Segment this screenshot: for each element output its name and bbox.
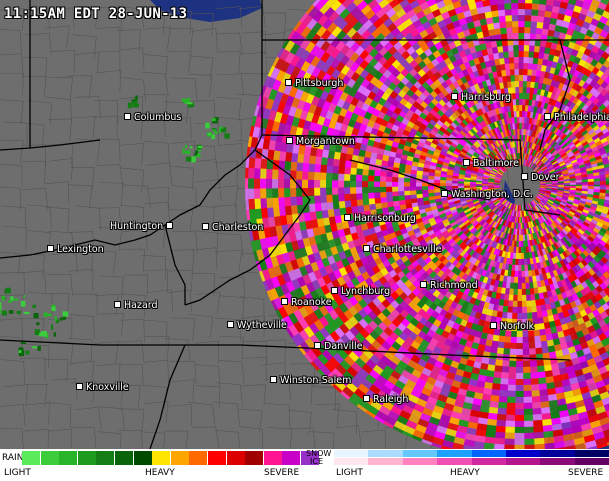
city-marker-icon xyxy=(166,222,174,229)
city-label-knoxville: Knoxville xyxy=(76,382,129,393)
rain-swatch xyxy=(133,451,152,465)
ice-swatch xyxy=(368,458,404,465)
timestamp-label: 11:15AM EDT 28-JUN-13 xyxy=(4,6,188,22)
city-marker-icon xyxy=(490,322,497,329)
city-marker-icon xyxy=(114,301,121,308)
city-label-winston-salem: Winston-Salem xyxy=(270,375,351,386)
city-marker-icon xyxy=(270,376,277,383)
snow-swatch xyxy=(506,450,541,457)
city-marker-icon xyxy=(314,342,321,349)
snow-swatch xyxy=(334,450,369,457)
rain-swatch xyxy=(226,451,245,465)
city-marker-icon xyxy=(285,79,292,86)
city-label-danville: Danville xyxy=(314,341,363,352)
precip-legend: RAIN SNOW ICE LIGHT HEAVY SEVERE LIGHT H… xyxy=(0,449,609,481)
ice-swatch xyxy=(437,458,473,465)
rain-heavy-label: HEAVY xyxy=(145,468,175,478)
city-label-columbus: Columbus xyxy=(124,112,181,123)
ice-swatch xyxy=(506,458,541,465)
city-label-raleigh: Raleigh xyxy=(363,394,408,405)
snow-light-label: LIGHT xyxy=(336,468,363,478)
city-marker-icon xyxy=(451,93,458,100)
snow-swatch xyxy=(471,450,507,457)
city-marker-icon xyxy=(227,321,234,328)
rain-swatch xyxy=(115,451,133,465)
rain-swatch xyxy=(282,451,301,465)
city-label-lynchburg: Lynchburg xyxy=(331,286,390,297)
snow-swatch xyxy=(574,450,609,457)
snow-heavy-label: HEAVY xyxy=(450,468,480,478)
rain-swatch xyxy=(96,451,115,465)
city-marker-icon xyxy=(286,137,293,144)
city-marker-icon xyxy=(463,159,470,166)
city-label-norfolk: Norfolk xyxy=(490,321,534,332)
snow-swatch xyxy=(402,450,438,457)
city-label-wytheville: Wytheville xyxy=(227,320,287,331)
city-marker-icon xyxy=(344,214,351,221)
ice-swatch xyxy=(574,458,609,465)
city-marker-icon xyxy=(331,287,338,294)
city-label-roanoke: Roanoke xyxy=(281,297,332,308)
ice-swatch xyxy=(334,458,369,465)
city-marker-icon xyxy=(202,223,209,230)
ice-swatch xyxy=(402,458,438,465)
ice-swatch xyxy=(540,458,576,465)
ice-swatch xyxy=(471,458,507,465)
rain-swatch xyxy=(59,451,78,465)
rain-swatch xyxy=(189,451,208,465)
city-marker-icon xyxy=(544,113,551,120)
city-marker-icon xyxy=(420,281,427,288)
city-label-lexington: Lexington xyxy=(47,244,104,255)
rain-swatch xyxy=(170,451,189,465)
city-label-huntington: Huntington xyxy=(110,221,176,232)
city-marker-icon xyxy=(441,190,448,197)
rain-swatch xyxy=(208,451,226,465)
rain-light-label: LIGHT xyxy=(4,468,31,478)
city-label-morgantown: Morgantown xyxy=(286,136,355,147)
city-marker-icon xyxy=(521,173,528,180)
city-label-charleston: Charleston xyxy=(202,222,263,233)
city-marker-icon xyxy=(363,395,370,402)
snow-swatch xyxy=(368,450,404,457)
city-label-charlottesville: Charlottesville xyxy=(363,244,441,255)
city-label-hazard: Hazard xyxy=(114,300,158,311)
rain-severe-label: SEVERE xyxy=(264,468,300,478)
snow-swatch xyxy=(437,450,473,457)
snow-severe-label: SEVERE xyxy=(568,468,604,478)
city-label-philadelphia: Philadelphia xyxy=(544,112,609,123)
city-marker-icon xyxy=(47,245,54,252)
city-marker-icon xyxy=(124,113,131,120)
snow-swatch xyxy=(540,450,576,457)
city-label-washington: Washington, D.C. xyxy=(441,189,533,200)
radar-map: 11:15AM EDT 28-JUN-13 Pittsburgh Harrisb… xyxy=(0,0,609,481)
city-marker-icon xyxy=(281,298,288,305)
city-label-harrisonburg: Harrisonburg xyxy=(344,213,416,224)
rain-swatch xyxy=(152,451,171,465)
city-label-baltimore: Baltimore xyxy=(463,158,519,169)
city-label-richmond: Richmond xyxy=(420,280,478,291)
rain-swatch xyxy=(22,451,40,465)
city-label-harrisburg: Harrisburg xyxy=(451,92,511,103)
rain-swatch xyxy=(263,451,282,465)
city-marker-icon xyxy=(363,245,370,252)
rain-swatch xyxy=(77,451,96,465)
rain-swatch xyxy=(245,451,264,465)
ice-label: ICE xyxy=(310,457,323,466)
rain-swatch xyxy=(40,451,59,465)
rain-label: RAIN xyxy=(2,453,24,463)
city-label-dover: Dover xyxy=(521,172,560,183)
city-label-pittsburgh: Pittsburgh xyxy=(285,78,343,89)
city-marker-icon xyxy=(76,383,83,390)
